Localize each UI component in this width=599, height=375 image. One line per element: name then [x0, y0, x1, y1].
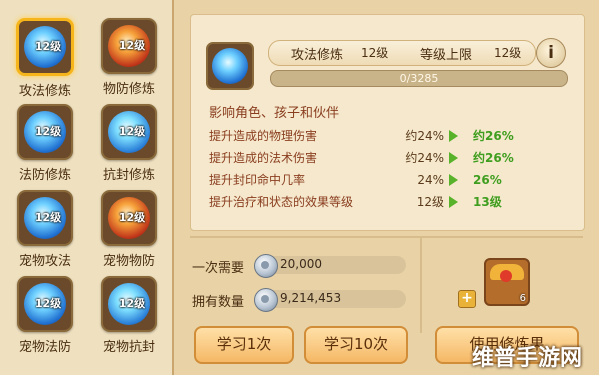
gem-icon [500, 270, 512, 282]
add-currency-button[interactable]: + [458, 290, 476, 308]
skill-level: 12级 [34, 297, 62, 310]
skill-item[interactable]: 12级 宠物攻法 [6, 190, 84, 269]
silver-coin-icon [254, 254, 278, 278]
effect-name: 提升造成的法术伤害 [209, 151, 318, 165]
skill-level: 12级 [118, 39, 146, 52]
effect-current: 24% [417, 173, 444, 187]
skill-level: 12级 [118, 297, 146, 310]
skill-level: 12级 [118, 125, 146, 138]
owned-box: 9,214,453 + [254, 288, 476, 312]
skill-icon-frame: 12级 [17, 104, 73, 160]
effect-current: 12级 [416, 195, 444, 209]
skill-label: 攻法修炼 [18, 84, 71, 99]
section-divider [420, 238, 422, 333]
skill-label: 宠物法防 [18, 340, 71, 355]
skill-label: 法防修炼 [18, 168, 71, 183]
spell-orb-icon [212, 48, 248, 84]
skill-level: 12级 [34, 211, 62, 224]
effect-name: 提升造成的物理伤害 [209, 129, 318, 143]
silver-coin-icon [254, 288, 278, 312]
skill-name: 攻法修炼 [291, 48, 344, 63]
selected-skill-icon [206, 42, 254, 90]
learn-once-button[interactable]: 学习1次 [194, 326, 294, 364]
skill-icon-frame: 12级 [17, 190, 73, 246]
skill-level: 12级 [361, 46, 389, 60]
owned-label: 拥有数量 [192, 295, 245, 310]
cost-value: 20,000 [280, 257, 322, 271]
max-level-value: 12级 [494, 46, 522, 60]
exp-progress-bar: 0/3285 [270, 70, 568, 87]
effect-next: 约26% [473, 129, 514, 143]
skill-item[interactable]: 12级 物防修炼 [90, 18, 168, 97]
skill-icon-frame: 12级 [101, 104, 157, 160]
arrow-right-icon [449, 174, 458, 186]
skill-level: 12级 [118, 211, 146, 224]
item-count: 6 [519, 293, 526, 304]
skill-label: 宠物物防 [102, 254, 155, 269]
section-divider [190, 236, 583, 238]
cost-label: 一次需要 [192, 261, 245, 276]
arrow-right-icon [449, 196, 458, 208]
skill-level: 12级 [34, 40, 62, 53]
effect-next: 26% [473, 173, 502, 187]
skill-label: 物防修炼 [102, 82, 155, 97]
skill-icon-frame: 12级 [101, 190, 157, 246]
exp-progress-text: 0/3285 [399, 72, 439, 85]
skill-item[interactable]: 12级 宠物物防 [90, 190, 168, 269]
effect-current: 约24% [405, 151, 444, 165]
skill-icon-frame: 12级 [17, 276, 73, 332]
skill-item[interactable]: 12级 攻法修炼 [6, 18, 84, 99]
effect-row: 提升造成的法术伤害 约24% 约26% [209, 149, 569, 167]
arrow-right-icon [449, 130, 458, 142]
skill-item[interactable]: 12级 宠物抗封 [90, 276, 168, 355]
effect-next: 约26% [473, 151, 514, 165]
skill-label: 宠物抗封 [102, 340, 155, 355]
cost-box: 20,000 [254, 254, 406, 278]
effect-name: 提升治疗和状态的效果等级 [209, 195, 354, 209]
site-watermark: 维普手游网 [472, 340, 582, 372]
skill-list-panel: 12级 攻法修炼 12级 物防修炼 12级 法防修炼 12级 抗封修炼 12级 … [0, 0, 174, 375]
learn-ten-button[interactable]: 学习10次 [304, 326, 408, 364]
cultivation-fruit-item[interactable]: 6 [484, 258, 530, 306]
effect-name: 提升封印命中几率 [209, 173, 306, 187]
max-level-label: 等级上限 [420, 48, 473, 63]
effect-next: 13级 [473, 195, 502, 209]
effect-row: 提升造成的物理伤害 约24% 约26% [209, 127, 569, 145]
skill-level: 12级 [34, 125, 62, 138]
skill-item[interactable]: 12级 宠物法防 [6, 276, 84, 355]
owned-value: 9,214,453 [280, 291, 342, 305]
effect-current: 约24% [405, 129, 444, 143]
effects-title: 影响角色、孩子和伙伴 [209, 106, 340, 121]
skill-title-bar: 攻法修炼 12级 等级上限 12级 [268, 40, 536, 66]
effect-row: 提升封印命中几率 24% 26% [209, 171, 569, 189]
skill-icon-frame: 12级 [101, 276, 157, 332]
skill-label: 宠物攻法 [18, 254, 71, 269]
skill-item[interactable]: 12级 法防修炼 [6, 104, 84, 183]
skill-icon-frame: 12级 [16, 18, 74, 76]
watermark-text: 维普手游网 [472, 346, 583, 371]
info-button[interactable]: i [536, 38, 566, 68]
skill-icon-frame: 12级 [101, 18, 157, 74]
effect-row: 提升治疗和状态的效果等级 12级 13级 [209, 193, 569, 211]
skill-label: 抗封修炼 [102, 168, 155, 183]
skill-item[interactable]: 12级 抗封修炼 [90, 104, 168, 183]
arrow-right-icon [449, 152, 458, 164]
